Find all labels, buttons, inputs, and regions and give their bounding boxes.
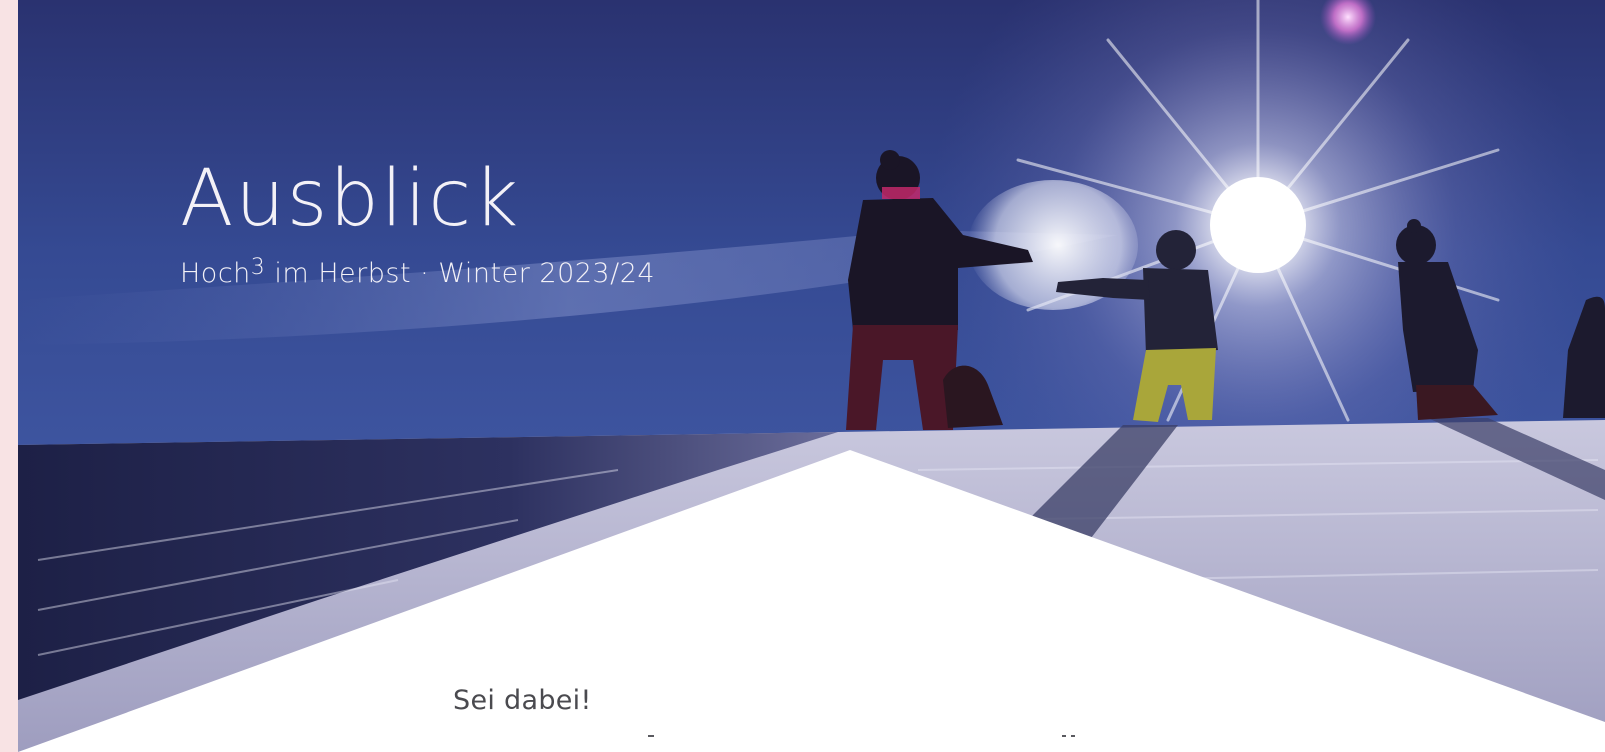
intro-text: Sei dabei!	[453, 685, 592, 716]
page-subtitle: Hoch3 im Herbst · Winter 2023/24	[180, 255, 656, 290]
cutoff-glyph	[1062, 735, 1066, 737]
page: Ausblick Hoch3 im Herbst · Winter 2023/2…	[0, 0, 1605, 752]
snow-scene-image	[18, 0, 1605, 752]
subtitle-prefix: Hoch	[180, 258, 251, 289]
page-title: Ausblick	[180, 154, 521, 244]
title-block: Ausblick Hoch3 im Herbst · Winter 2023/2…	[180, 160, 655, 289]
hero-photo	[18, 0, 1605, 752]
cutoff-glyph	[1071, 735, 1075, 737]
subtitle-superscript: 3	[250, 255, 266, 280]
side-strip	[0, 0, 18, 752]
subtitle-suffix: im Herbst · Winter 2023/24	[265, 258, 656, 289]
cutoff-glyph	[648, 735, 654, 737]
